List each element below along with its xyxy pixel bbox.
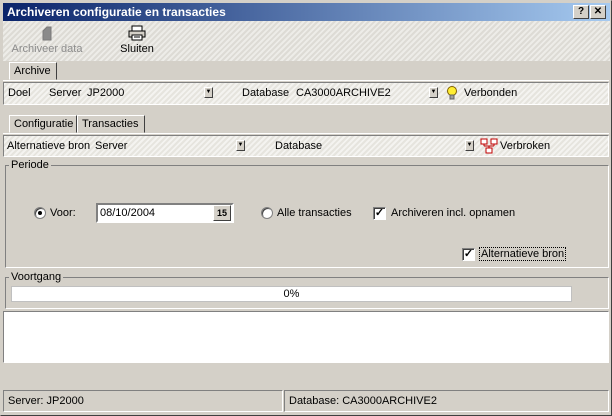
archive-incl-checkbox[interactable]: ✓ xyxy=(373,207,386,220)
voor-label: Voor: xyxy=(50,207,76,219)
date-value: 08/10/2004 xyxy=(100,207,156,219)
status-database: Database: CA3000ARCHIVE2 xyxy=(284,390,609,412)
doel-label: Doel xyxy=(8,87,31,99)
progress-text: 0% xyxy=(283,288,300,300)
server-dropdown-arrow[interactable]: ▼ xyxy=(204,87,213,98)
archive-icon xyxy=(42,26,52,41)
close-button[interactable]: ✕ xyxy=(590,5,606,19)
alt-database-select[interactable] xyxy=(327,139,463,154)
disconnected-network-icon xyxy=(480,138,498,154)
status-server: Server: JP2000 xyxy=(3,390,283,412)
help-button[interactable]: ? xyxy=(573,5,589,19)
archive-incl-label: Archiveren incl. opnamen xyxy=(391,207,516,219)
alt-source-status: Verbroken xyxy=(500,140,551,152)
tab-transacties[interactable]: Transacties xyxy=(77,115,145,133)
periode-group-label: Periode xyxy=(9,159,51,171)
print-close-icon xyxy=(128,25,146,41)
database-select[interactable]: CA3000ARCHIVE2 xyxy=(296,86,426,101)
title-bar: Archiveren configuratie en transacties xyxy=(3,3,610,21)
tab-archive[interactable]: Archive xyxy=(9,62,57,80)
archive-data-button[interactable]: Archiveer data xyxy=(9,25,85,55)
server-label: Server xyxy=(49,87,82,99)
log-panel xyxy=(3,311,609,363)
alt-server-dropdown-arrow[interactable]: ▼ xyxy=(236,140,245,151)
database-dropdown-arrow[interactable]: ▼ xyxy=(429,87,438,98)
database-label: Database xyxy=(242,87,290,99)
server-select[interactable]: JP2000 xyxy=(87,86,203,101)
tab-configuratie[interactable]: Configuratie xyxy=(9,115,77,133)
alt-bron-label: Alternatieve bron xyxy=(479,247,567,261)
lightbulb-icon xyxy=(447,86,457,100)
close-tool-label: Sluiten xyxy=(120,43,154,55)
connection-status: Verbonden xyxy=(464,87,518,99)
voor-radio[interactable] xyxy=(34,207,46,219)
window-title: Archiveren configuratie en transacties xyxy=(7,5,226,19)
alt-bron-checkbox[interactable]: ✓ xyxy=(462,248,475,261)
main-window: Archiveren configuratie en transacties ?… xyxy=(0,0,612,416)
alt-source-label: Alternatieve bron xyxy=(7,140,91,152)
tab-divider xyxy=(3,80,609,81)
archive-data-label: Archiveer data xyxy=(11,43,83,55)
alt-database-dropdown-arrow[interactable]: ▼ xyxy=(465,140,474,151)
alle-transacties-radio[interactable] xyxy=(261,207,273,219)
subtab-divider xyxy=(3,133,609,134)
toolbar xyxy=(3,21,610,61)
alt-server-select[interactable]: Server xyxy=(95,139,233,154)
alle-transacties-label: Alle transacties xyxy=(277,207,352,219)
alt-database-label: Database xyxy=(275,140,323,152)
progress-group-label: Voortgang xyxy=(9,271,64,283)
progress-bar: 0% xyxy=(11,286,572,302)
calendar-button[interactable]: 15 xyxy=(213,205,231,221)
close-tool-button[interactable]: Sluiten xyxy=(111,25,163,55)
